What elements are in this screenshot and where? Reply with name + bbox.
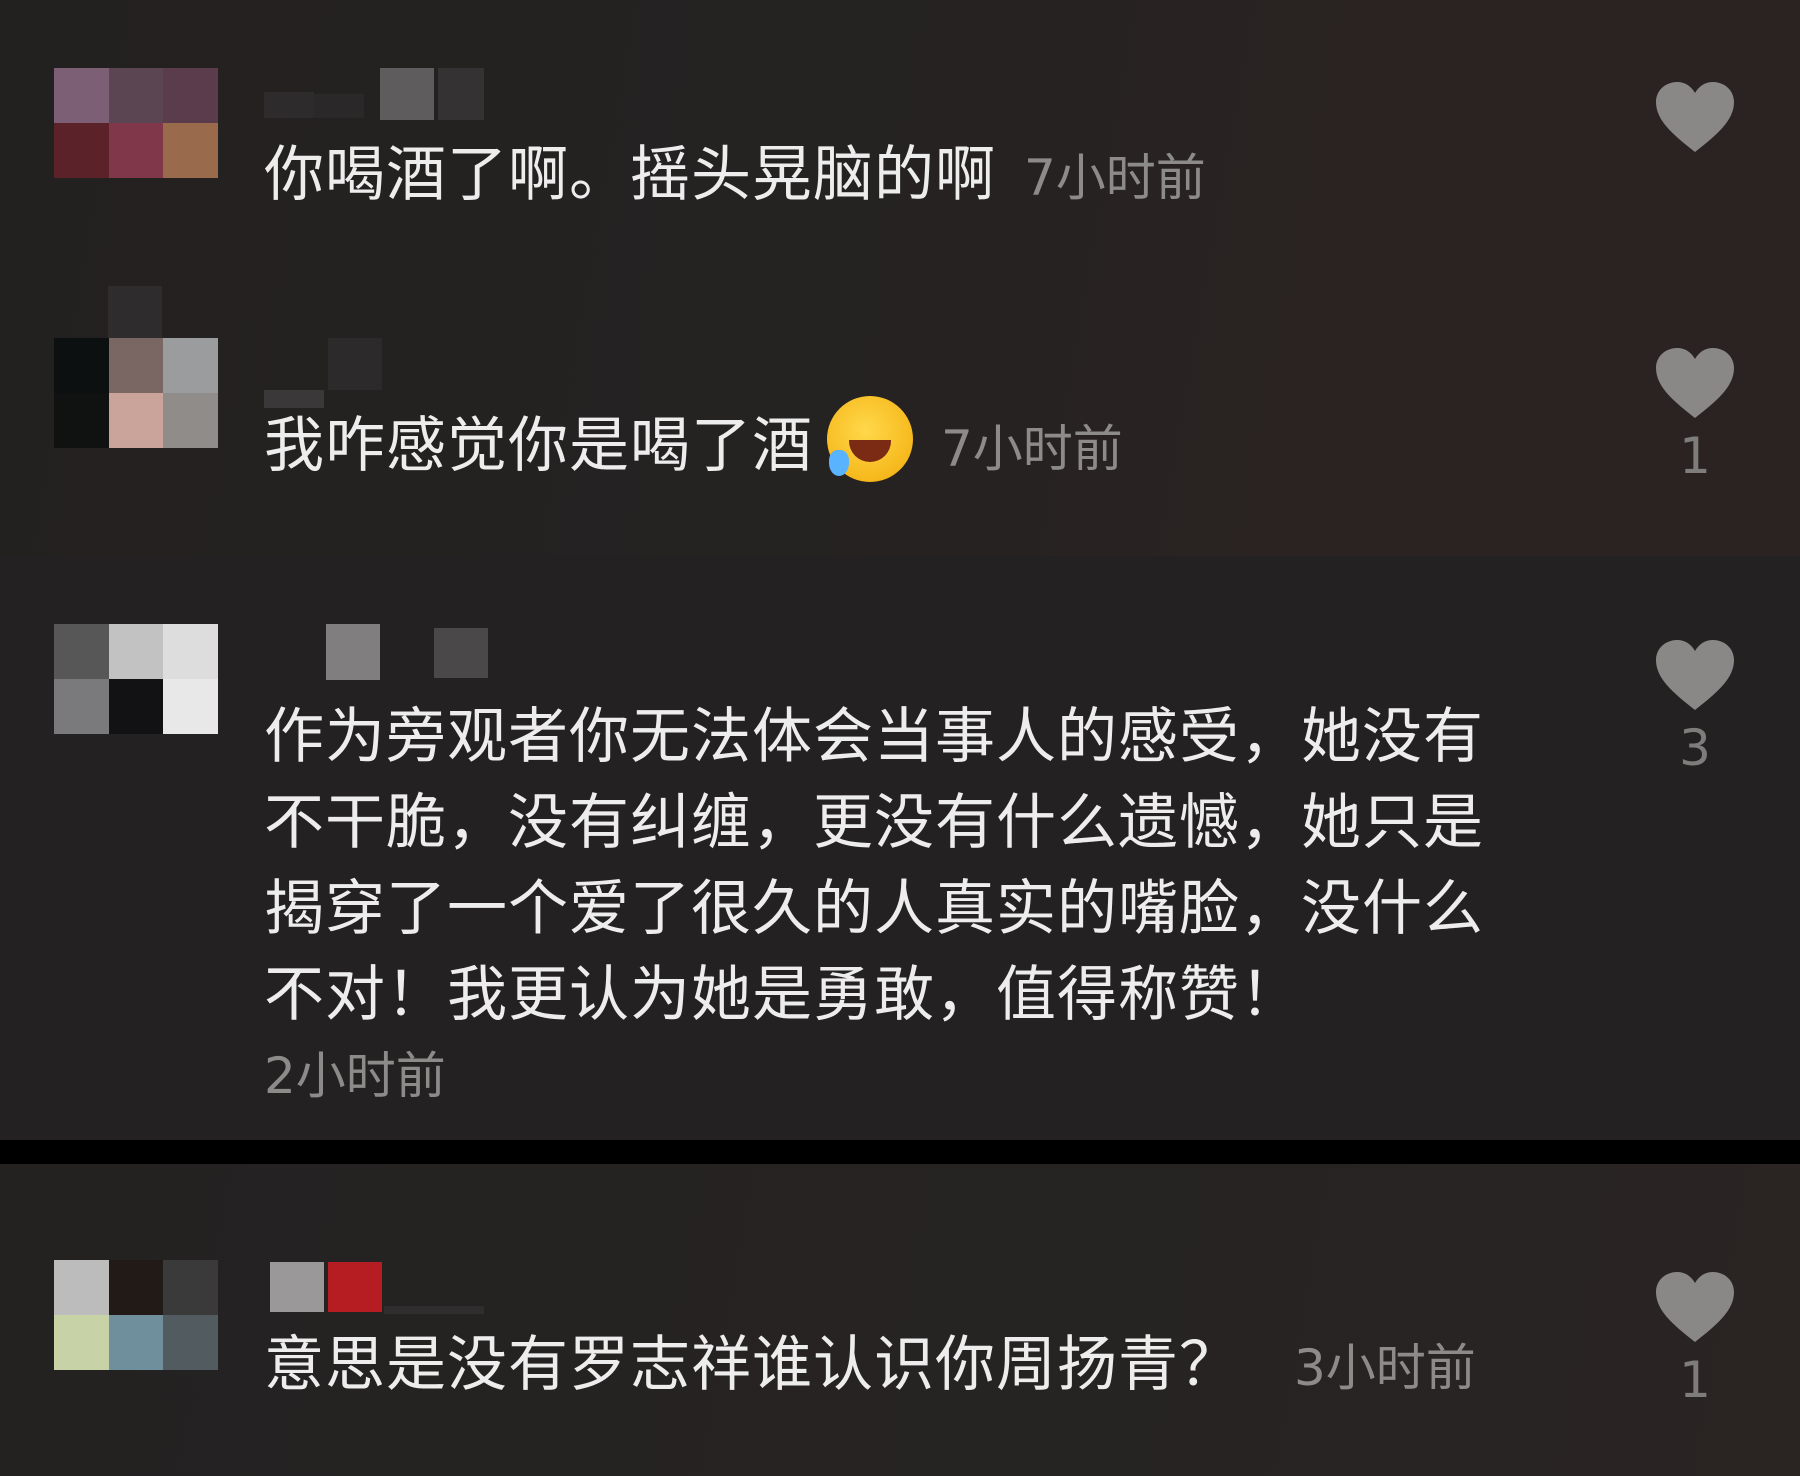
comment-body: 我咋感觉你是喝了酒 <box>264 411 813 481</box>
comment-line: 不对！我更认为她是勇敢，值得称赞！ <box>264 960 1301 1030</box>
comment-body: 你喝酒了啊。摇头晃脑的啊 <box>264 140 996 210</box>
heart-icon <box>1656 82 1734 152</box>
username-blurred[interactable] <box>264 624 488 680</box>
comment-line: 不干脆，没有纠缠，更没有什么遗憾，她只是 <box>264 788 1484 858</box>
laughing-crying-emoji-icon <box>827 396 913 482</box>
comment-body: 意思是没有罗志祥谁认识你周扬青？ <box>264 1330 1240 1400</box>
section-divider <box>0 1140 1800 1164</box>
username-blurred[interactable] <box>264 338 484 408</box>
comment-text: 作为旁观者你无法体会当事人的感受，她没有 不干脆，没有纠缠，更没有什么遗憾，她只… <box>264 694 1484 1114</box>
like-count: 1 <box>1679 427 1711 485</box>
comment-timestamp: 2小时前 <box>264 1047 446 1105</box>
avatar-blur-block <box>108 286 162 338</box>
comment-line: 作为旁观者你无法体会当事人的感受，她没有 <box>264 702 1484 772</box>
avatar[interactable] <box>54 68 218 178</box>
comments-screen: 你喝酒了啊。摇头晃脑的啊 7小时前 我咋感觉你是喝了酒 7小时前 1 作为旁观者… <box>0 0 1800 1476</box>
comment-text: 你喝酒了啊。摇头晃脑的啊 7小时前 <box>264 132 1206 221</box>
comments-panel-lower <box>0 1164 1800 1476</box>
comment-text: 意思是没有罗志祥谁认识你周扬青？ 3小时前 <box>264 1322 1476 1411</box>
like-button[interactable]: 1 <box>1640 346 1750 486</box>
avatar[interactable] <box>54 338 218 448</box>
heart-icon <box>1656 1272 1734 1342</box>
heart-icon <box>1656 348 1734 418</box>
heart-icon <box>1656 640 1734 710</box>
like-button[interactable]: 1 <box>1640 1270 1750 1410</box>
avatar[interactable] <box>54 1260 218 1370</box>
comment-timestamp: 7小时前 <box>1024 149 1206 207</box>
like-button[interactable]: 3 <box>1640 638 1750 778</box>
username-blurred[interactable] <box>264 64 484 120</box>
like-count: 3 <box>1679 719 1711 777</box>
username-blurred[interactable] <box>264 1262 484 1318</box>
comment-timestamp: 3小时前 <box>1294 1339 1476 1397</box>
comment-text: 我咋感觉你是喝了酒 7小时前 <box>264 396 1123 492</box>
avatar[interactable] <box>54 624 218 734</box>
like-button[interactable] <box>1640 80 1750 154</box>
like-count: 1 <box>1679 1351 1711 1409</box>
comment-timestamp: 7小时前 <box>941 420 1123 478</box>
comment-line: 揭穿了一个爱了很久的人真实的嘴脸，没什么 <box>264 874 1484 944</box>
